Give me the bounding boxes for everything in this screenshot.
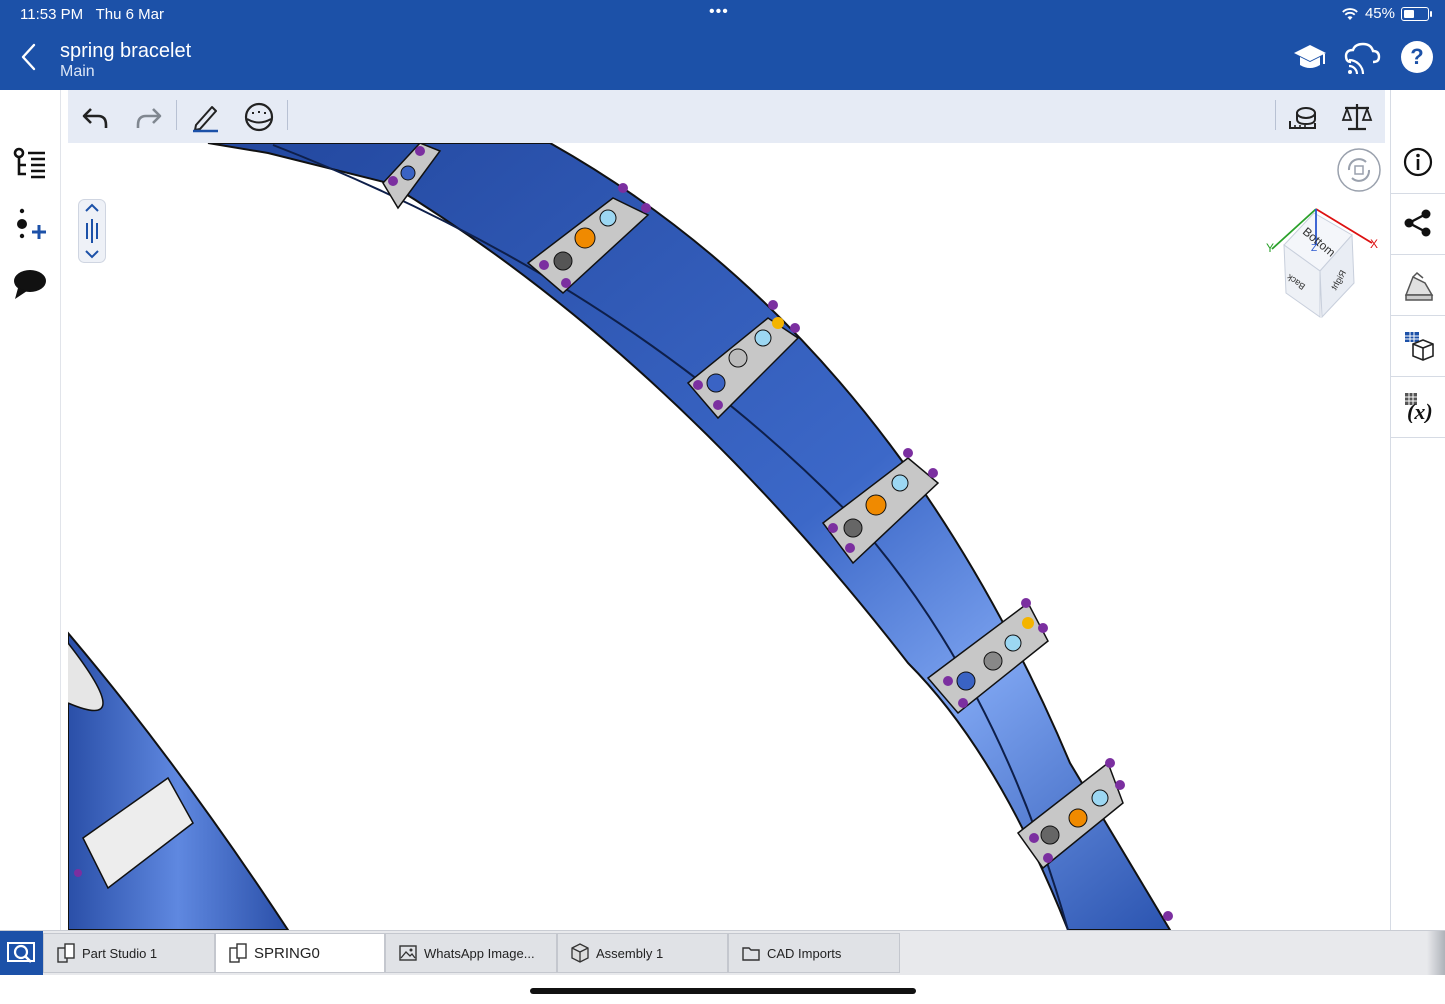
tab-label: SPRING0 <box>254 944 320 962</box>
measure-icon[interactable] <box>1286 100 1320 134</box>
svg-text:?: ? <box>1410 44 1423 69</box>
right-panel-rail: (x) <box>1390 90 1445 930</box>
view-section-handle[interactable] <box>78 199 106 263</box>
view-cube[interactable]: Bottom Back Right X Y Z <box>1264 205 1384 325</box>
appearance-button[interactable] <box>1391 255 1445 316</box>
axis-y-label: Y <box>1266 241 1275 255</box>
variables-icon: (x) <box>1405 393 1433 423</box>
info-button[interactable] <box>1391 133 1445 194</box>
tab-part-studio-1[interactable]: Part Studio 1 <box>43 933 215 973</box>
graphics-canvas[interactable]: Bottom Back Right X Y Z <box>68 143 1385 930</box>
toolbar-divider <box>287 100 288 130</box>
app-header: spring bracelet Main ? <box>0 30 1445 90</box>
status-bar: 11:53 PM Thu 6 Mar ••• 45% <box>0 0 1445 30</box>
multitask-dots[interactable]: ••• <box>709 3 729 21</box>
tab-label: CAD Imports <box>767 945 842 961</box>
wifi-icon <box>1342 7 1358 20</box>
cloud-connect-icon[interactable] <box>1343 40 1381 74</box>
toolbar-divider <box>176 100 177 130</box>
tab-label: WhatsApp Image... <box>424 945 535 961</box>
sketch-icon[interactable] <box>188 100 222 134</box>
appearance-icon <box>1404 271 1434 301</box>
redo-icon[interactable] <box>132 100 166 134</box>
gem <box>74 869 82 877</box>
variables-button[interactable]: (x) <box>1391 377 1445 438</box>
comments-icon[interactable] <box>12 266 48 302</box>
feature-list-icon[interactable] <box>12 146 48 182</box>
configuration-button[interactable] <box>1391 316 1445 377</box>
view-style-icon[interactable] <box>242 100 276 134</box>
axis-z-label: Z <box>1311 243 1318 254</box>
axis-x-label: X <box>1370 237 1379 251</box>
tab-assembly-1[interactable]: Assembly 1 <box>557 933 728 973</box>
graphics-toolbar <box>68 90 1385 144</box>
configuration-icon <box>1405 332 1434 361</box>
tab-search-icon <box>7 942 35 963</box>
help-icon[interactable]: ? <box>1398 40 1436 74</box>
status-right: 45% <box>1341 5 1432 22</box>
workspace-name[interactable]: Main <box>60 63 95 81</box>
share-icon <box>1404 209 1431 237</box>
document-tabs-bar: Part Studio 1 SPRING0 WhatsApp Image... Ass… <box>0 930 1445 975</box>
battery-icon <box>1401 6 1432 21</box>
left-panel-rail <box>0 90 61 930</box>
part-studio-icon <box>228 943 248 963</box>
tab-whatsapp-image[interactable]: WhatsApp Image... <box>385 933 557 973</box>
back-chevron-icon[interactable] <box>14 40 44 74</box>
battery-percent: 45% <box>1364 5 1395 22</box>
mass-properties-icon[interactable] <box>1340 100 1374 134</box>
assembly-icon <box>570 943 590 963</box>
tab-label: Assembly 1 <box>596 945 664 961</box>
home-indicator <box>530 988 916 994</box>
learning-center-icon[interactable] <box>1291 40 1329 74</box>
add-variable-icon[interactable] <box>12 206 48 242</box>
share-button[interactable] <box>1391 194 1445 255</box>
bracelet-model[interactable] <box>68 143 1385 930</box>
tab-spring0[interactable]: SPRING0 <box>215 933 385 973</box>
image-icon <box>398 943 418 963</box>
status-time: 11:53 PM Thu 6 Mar <box>20 6 164 23</box>
toolbar-divider <box>1275 100 1276 130</box>
tab-cad-imports[interactable]: CAD Imports <box>728 933 900 973</box>
part-studio-icon <box>56 943 76 963</box>
undo-icon[interactable] <box>78 100 112 134</box>
svg-text:(x): (x) <box>1407 399 1433 423</box>
folder-icon <box>741 943 761 963</box>
gem <box>1163 911 1173 921</box>
tab-search-button[interactable] <box>0 931 43 975</box>
status-date: Thu 6 Mar <box>95 6 164 23</box>
info-icon <box>1403 147 1433 177</box>
tabs-scroll-shadow <box>1427 931 1445 975</box>
tab-label: Part Studio 1 <box>82 945 158 961</box>
rotate-view-icon[interactable] <box>1336 147 1382 193</box>
document-title[interactable]: spring bracelet <box>60 40 191 63</box>
